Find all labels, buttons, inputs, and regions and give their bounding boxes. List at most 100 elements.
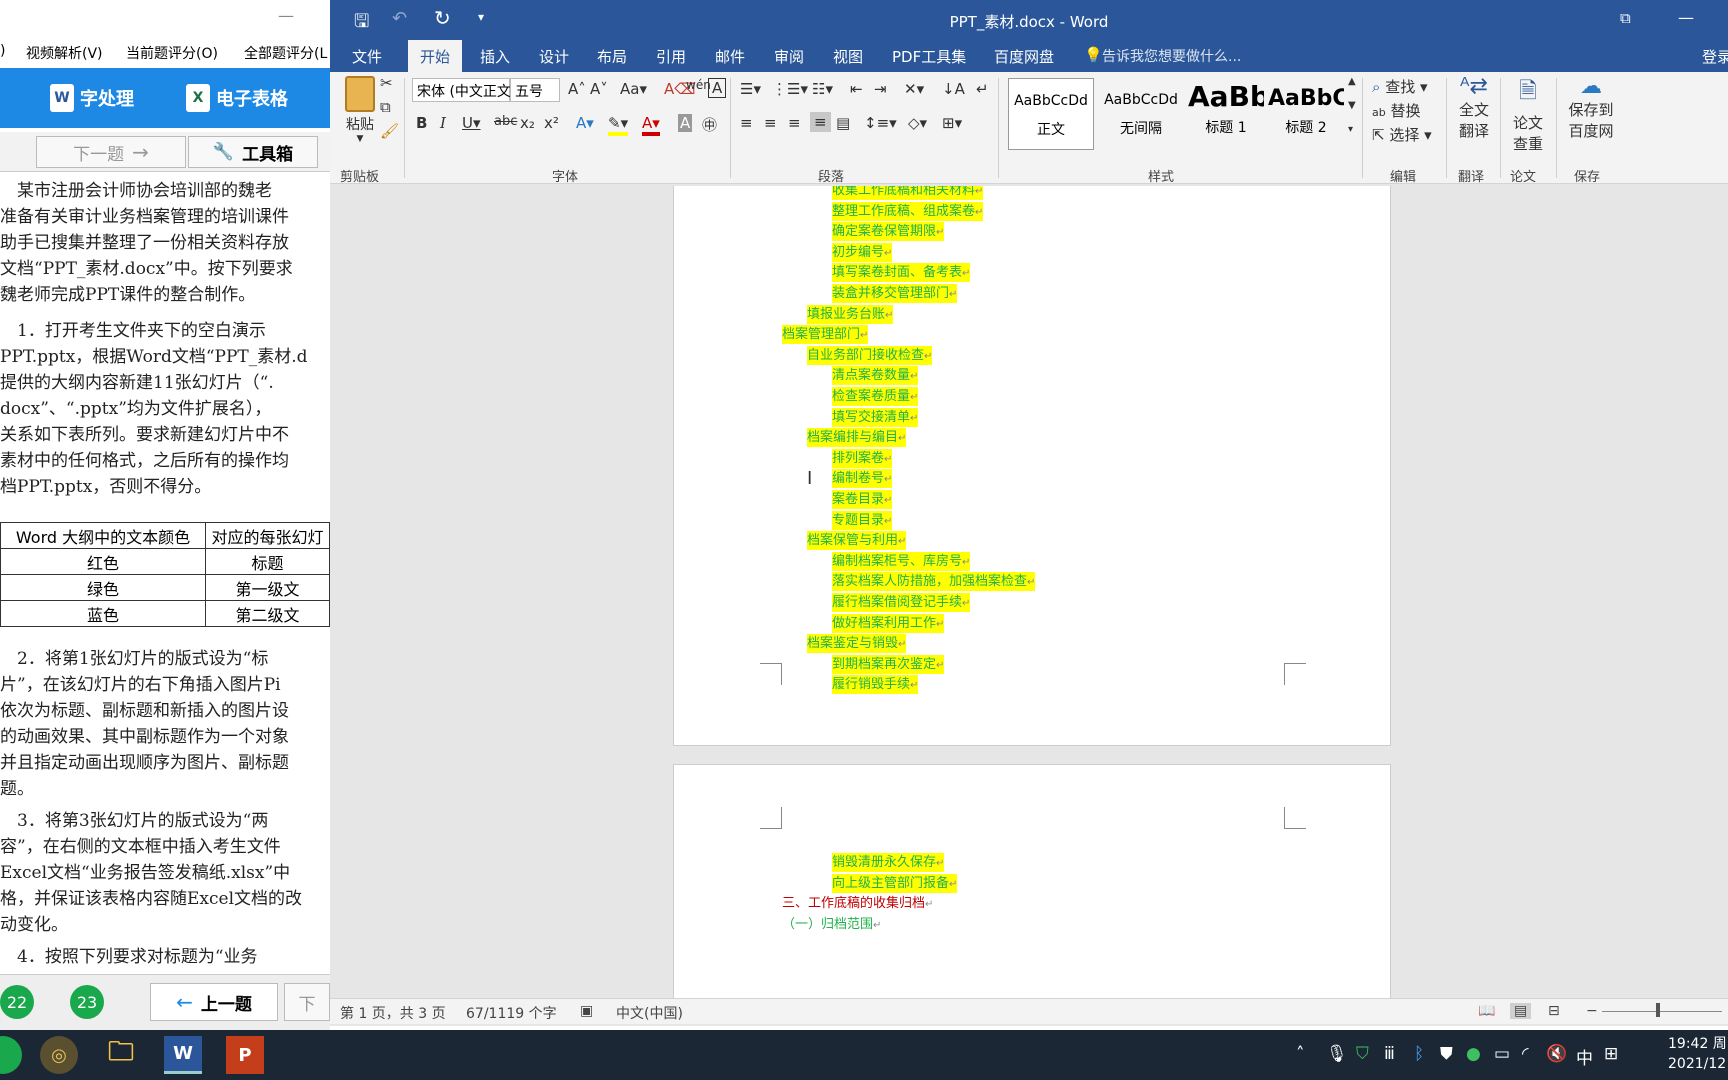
shield-icon[interactable]: ⛉ — [1356, 1044, 1369, 1064]
minimize-button[interactable]: — — [278, 6, 294, 25]
replace-button[interactable]: ab 替换 — [1372, 100, 1421, 121]
font-size-select[interactable]: 五号 — [510, 78, 560, 102]
increase-indent-icon[interactable]: ⇥ — [874, 80, 887, 98]
ime-indicator[interactable]: 中 — [1576, 1044, 1593, 1069]
print-layout-icon[interactable]: ▤ — [1510, 1003, 1532, 1019]
bluetooth-icon[interactable]: ᛒ — [1414, 1044, 1424, 1064]
style-normal[interactable]: AaBbCcDd 正文 — [1008, 78, 1094, 150]
document-line[interactable]: 销毁清册永久保存↵ — [832, 853, 945, 872]
next-question-button-bottom[interactable]: 下 — [284, 983, 330, 1021]
document-line[interactable]: 确定案卷保管期限↵ — [832, 222, 945, 242]
document-line[interactable]: 装盒并移交管理部门↵ — [832, 284, 958, 303]
ribbon-display-options-icon[interactable]: ⧉ — [1620, 9, 1631, 27]
copy-icon[interactable]: ⧉ — [380, 98, 391, 116]
tab-mailings[interactable]: 邮件 — [715, 46, 745, 67]
language[interactable]: 中文(中国) — [616, 1003, 683, 1023]
document-line[interactable]: 档案鉴定与销毁↵ — [807, 634, 907, 654]
style-no-spacing[interactable]: AaBbCcDd 无间隔 — [1098, 78, 1184, 150]
proofing-icon[interactable]: ▣ — [580, 1003, 593, 1019]
underline-icon[interactable]: U▾ — [462, 114, 481, 132]
document-page-1[interactable]: 收集工作底稿和相关材料↵ 整理工作底稿、组成案卷↵ 确定案卷保管期限↵ 初步编号↵ 填写… — [673, 186, 1391, 746]
document-line[interactable]: 落实档案人防措施，加强档案检查↵ — [832, 572, 1036, 592]
wifi-icon[interactable]: ◜ — [1522, 1044, 1529, 1064]
microphone-icon[interactable]: 🎙 — [1326, 1044, 1348, 1064]
document-line[interactable]: 档案编排与编目↵ — [807, 428, 907, 448]
question-number-22[interactable]: 22 — [0, 985, 34, 1019]
justify-icon[interactable]: ≡ — [810, 112, 831, 132]
word-count[interactable]: 67/1119 个字 — [466, 1003, 557, 1023]
stylus-icon[interactable]: ⅲ — [1384, 1044, 1395, 1064]
distributed-icon[interactable]: ▤ — [836, 114, 850, 132]
document-line[interactable]: 自业务部门接收检查↵ — [807, 345, 933, 365]
document-line[interactable]: 排列案卷↵ — [832, 448, 893, 468]
login-link[interactable]: 登录 — [1702, 46, 1728, 67]
word-taskbar-icon[interactable]: W — [164, 1036, 202, 1074]
align-left-icon[interactable]: ≡ — [740, 114, 753, 132]
styles-scroll-up-icon[interactable]: ▲ — [1348, 76, 1356, 87]
wechat-icon[interactable]: ● — [1466, 1044, 1481, 1064]
decrease-indent-icon[interactable]: ⇤ — [850, 80, 863, 98]
full-text-translate-button[interactable]: ᴬ⇄ 全文 翻译 — [1454, 74, 1494, 141]
tab-design[interactable]: 设计 — [539, 46, 569, 67]
document-line[interactable]: 向上级主管部门报备↵ — [832, 873, 958, 893]
format-painter-icon[interactable]: 🖌 — [380, 122, 399, 140]
document-line[interactable]: 三、工作底稿的收集归档↵ — [782, 894, 933, 913]
tell-me-box[interactable]: 告诉我您想要做什么... — [1102, 46, 1241, 66]
minimize-window-button[interactable]: — — [1678, 8, 1694, 27]
toolbox-button[interactable]: 🔧 工具箱 — [188, 136, 318, 168]
menu-video-analysis[interactable]: 视频解析(V) — [26, 43, 103, 63]
document-line[interactable]: 初步编号↵ — [832, 242, 893, 262]
bold-icon[interactable]: B — [416, 114, 427, 132]
show-marks-icon[interactable]: ↵ — [976, 80, 989, 98]
file-explorer-icon[interactable]: 🗀 — [102, 1036, 140, 1074]
security-icon[interactable]: ⛊ — [1440, 1044, 1453, 1064]
style-heading-2[interactable]: AaBbC 标题 2 — [1268, 78, 1344, 150]
exam-app-icon[interactable]: ◎ — [40, 1036, 78, 1074]
document-line[interactable]: 填写交接清单↵ — [832, 407, 919, 427]
clock[interactable]: 19:42 周 2021/12 — [1668, 1034, 1727, 1074]
subscript-icon[interactable]: x₂ — [520, 114, 535, 132]
document-line[interactable]: 案卷目录↵ — [832, 490, 893, 509]
tab-home[interactable]: 开始 — [408, 40, 463, 72]
start-app-icon[interactable] — [0, 1036, 22, 1074]
document-line[interactable]: 检查案卷质量↵ — [832, 387, 919, 406]
document-line[interactable]: 填写案卷封面、备考表↵ — [832, 263, 971, 283]
word-processing-button[interactable]: W 字处理 — [50, 84, 134, 112]
shrink-font-icon[interactable]: A˅ — [590, 80, 608, 98]
shading-icon[interactable]: ◇▾ — [908, 114, 927, 132]
save-to-baidu-button[interactable]: ☁ 保存到 百度网 — [1564, 74, 1618, 141]
align-center-icon[interactable]: ≡ — [764, 114, 777, 132]
font-color-icon[interactable]: A▾ — [642, 114, 660, 136]
enclose-characters-icon[interactable]: ㊥ — [702, 114, 717, 135]
italic-icon[interactable]: I — [440, 114, 446, 132]
tab-pdf-tools[interactable]: PDF工具集 — [892, 46, 966, 67]
zoom-slider-thumb[interactable] — [1656, 1003, 1660, 1017]
battery-icon[interactable]: ▭ — [1494, 1044, 1510, 1064]
read-mode-icon[interactable]: 📖 — [1478, 1003, 1495, 1019]
menu-score-current[interactable]: 当前题评分(O) — [126, 43, 218, 63]
page-count[interactable]: 第 1 页，共 3 页 — [340, 1003, 446, 1023]
multilevel-list-icon[interactable]: ☷▾ — [812, 80, 833, 98]
document-line[interactable]: 档案管理部门↵ — [782, 325, 869, 345]
tab-view[interactable]: 视图 — [833, 46, 863, 67]
grow-font-icon[interactable]: A˄ — [568, 80, 586, 98]
find-button[interactable]: ⌕ 查找 ▾ — [1372, 76, 1428, 97]
borders-icon[interactable]: ⊞▾ — [942, 114, 962, 132]
question-number-23[interactable]: 23 — [70, 985, 104, 1019]
change-case-icon[interactable]: Aa▾ — [620, 80, 647, 98]
tab-references[interactable]: 引用 — [656, 46, 686, 67]
styles-scroll-down-icon[interactable]: ▼ — [1348, 100, 1356, 111]
numbering-icon[interactable]: ⋮☰▾ — [772, 80, 808, 98]
styles-more-icon[interactable]: ▾ — [1348, 124, 1353, 135]
document-line[interactable]: 清点案卷数量↵ — [832, 366, 919, 386]
document-line[interactable]: 做好档案利用工作↵ — [832, 613, 945, 633]
previous-question-button[interactable]: ← 上一题 — [150, 983, 278, 1021]
menu-fragment[interactable]: ) — [0, 43, 5, 59]
document-canvas[interactable]: 收集工作底稿和相关材料↵ 整理工作底稿、组成案卷↵ 确定案卷保管期限↵ 初步编号↵ 填写… — [330, 186, 1728, 998]
chinese-layout-icon[interactable]: ✕▾ — [904, 80, 924, 98]
tab-review[interactable]: 审阅 — [774, 46, 804, 67]
web-layout-icon[interactable]: ⊟ — [1548, 1003, 1560, 1019]
document-line[interactable]: 编制档案柜号、库房号↵ — [832, 551, 971, 571]
align-right-icon[interactable]: ≡ — [788, 114, 801, 132]
zoom-out-button[interactable]: − — [1586, 1003, 1598, 1019]
